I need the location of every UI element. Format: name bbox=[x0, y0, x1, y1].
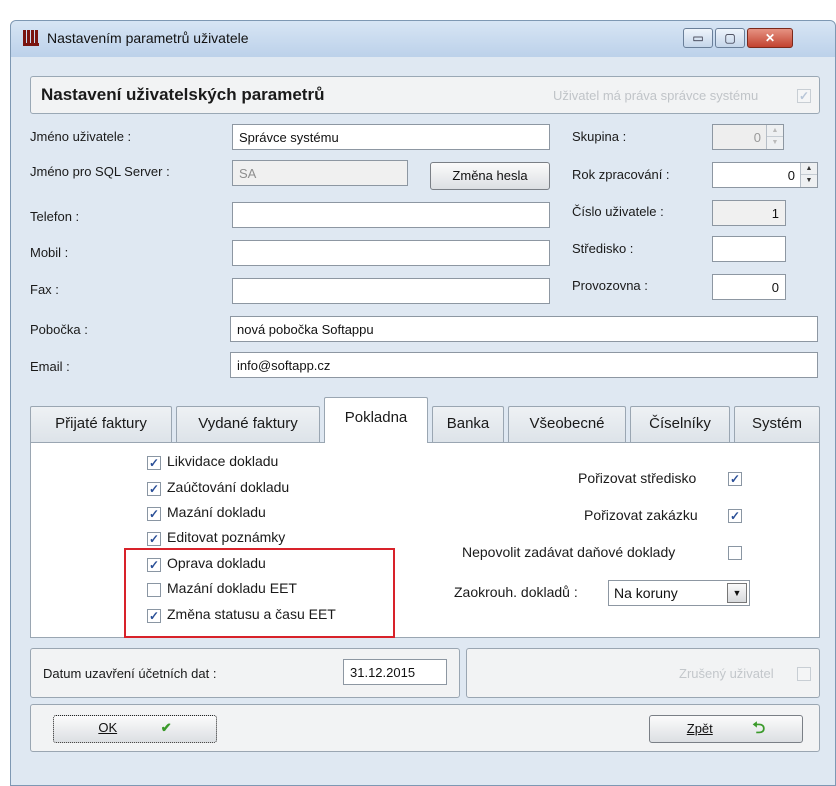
back-arrow-icon: ⮌ bbox=[752, 720, 766, 737]
change-password-button[interactable]: Změna hesla bbox=[430, 162, 550, 190]
maximize-button[interactable]: ▢ bbox=[715, 28, 745, 48]
user-number-label: Číslo uživatele : bbox=[572, 204, 664, 219]
check-liquidation[interactable]: ✓ bbox=[147, 456, 161, 470]
check-delete-document[interactable]: ✓ bbox=[147, 507, 161, 521]
footer-panel: OK ✔ Zpět ⮌ bbox=[30, 704, 820, 752]
close-date-label: Datum uzavření účetních dat : bbox=[43, 666, 217, 681]
ok-button[interactable]: OK ✔ bbox=[53, 715, 217, 743]
fax-label: Fax : bbox=[30, 282, 59, 297]
spin-down-icon[interactable]: ▼ bbox=[801, 175, 817, 187]
tab-received-invoices[interactable]: Přijaté faktury bbox=[30, 406, 172, 442]
check-label: Editovat poznámky bbox=[167, 529, 286, 545]
group-label: Skupina : bbox=[572, 129, 627, 144]
check-label: Zaúčtování dokladu bbox=[167, 479, 290, 495]
check-create-order[interactable]: ✓ bbox=[728, 509, 742, 523]
tab-bank[interactable]: Banka bbox=[432, 406, 504, 442]
check-label: Pořizovat zakázku bbox=[584, 507, 698, 523]
user-name-field[interactable]: Správce systému bbox=[232, 124, 550, 150]
title-bar[interactable]: Nastavením parametrů uživatele ▭ ▢ ✕ bbox=[11, 21, 835, 57]
checkmark-icon: ✔ bbox=[160, 720, 172, 735]
check-edit-notes[interactable]: ✓ bbox=[147, 532, 161, 546]
branch-field[interactable]: nová pobočka Softappu bbox=[230, 316, 818, 342]
spin-up-icon: ▲ bbox=[767, 125, 783, 137]
spin-up-icon[interactable]: ▲ bbox=[801, 163, 817, 175]
phone-label: Telefon : bbox=[30, 209, 80, 224]
check-label: Nepovolit zadávat daňové doklady bbox=[462, 544, 676, 560]
rounding-select[interactable]: Na koruny ▼ bbox=[608, 580, 750, 606]
back-button[interactable]: Zpět ⮌ bbox=[649, 715, 803, 743]
shop-label: Provozovna : bbox=[572, 278, 648, 293]
close-button[interactable]: ✕ bbox=[747, 28, 793, 48]
shop-field[interactable]: 0 bbox=[712, 274, 786, 300]
mobile-label: Mobil : bbox=[30, 245, 69, 260]
dropdown-arrow-icon[interactable]: ▼ bbox=[727, 583, 747, 603]
check-label: Mazání dokladu bbox=[167, 504, 266, 520]
check-disallow-tax-docs[interactable] bbox=[728, 546, 742, 560]
admin-rights-checkbox[interactable]: ✓ bbox=[797, 89, 811, 103]
email-field[interactable]: info@softapp.cz bbox=[230, 352, 818, 378]
rounding-value: Na koruny bbox=[614, 585, 678, 601]
page-title: Nastavení uživatelských parametrů bbox=[41, 85, 325, 104]
year-value: 0 bbox=[787, 168, 795, 183]
close-date-field[interactable]: 31.12.2015 bbox=[343, 659, 447, 685]
spin-down-icon: ▼ bbox=[771, 139, 779, 146]
center-label: Středisko : bbox=[572, 241, 634, 256]
window-title: Nastavením parametrů uživatele bbox=[47, 30, 249, 46]
mobile-field[interactable] bbox=[232, 240, 550, 266]
admin-rights-label: Uživatel má práva správce systému bbox=[553, 88, 759, 103]
cancelled-user-label: Zrušený uživatel bbox=[679, 666, 774, 681]
phone-field[interactable] bbox=[232, 202, 550, 228]
back-label: Zpět bbox=[686, 721, 713, 736]
tab-system[interactable]: Systém bbox=[734, 406, 820, 442]
year-label: Rok zpracování : bbox=[572, 167, 670, 182]
rounding-label: Zaokrouh. dokladů : bbox=[454, 584, 578, 600]
tab-codebooks[interactable]: Číselníky bbox=[630, 406, 730, 442]
email-label: Email : bbox=[30, 359, 70, 374]
app-icon bbox=[23, 30, 39, 46]
header-panel: Nastavení uživatelských parametrů Uživat… bbox=[30, 76, 820, 114]
fax-field[interactable] bbox=[232, 278, 550, 304]
check-label: Likvidace dokladu bbox=[167, 453, 279, 469]
highlight-box bbox=[124, 548, 395, 638]
branch-label: Pobočka : bbox=[30, 322, 88, 337]
cancelled-user-panel: Zrušený uživatel bbox=[466, 648, 820, 698]
center-field[interactable] bbox=[712, 236, 786, 262]
ok-label: OK bbox=[98, 720, 118, 735]
tab-issued-invoices[interactable]: Vydané faktury bbox=[176, 406, 320, 442]
sql-name-field: SA bbox=[232, 160, 408, 186]
user-number-field: 1 bbox=[712, 200, 786, 226]
sql-name-label: Jméno pro SQL Server : bbox=[30, 164, 170, 179]
check-label: Pořizovat středisko bbox=[578, 470, 697, 486]
tab-cash[interactable]: Pokladna bbox=[324, 397, 428, 443]
year-spinner[interactable]: 0 ▲ ▼ bbox=[712, 162, 818, 188]
close-date-panel: Datum uzavření účetních dat : 31.12.2015 bbox=[30, 648, 460, 698]
tab-general[interactable]: Všeobecné bbox=[508, 406, 626, 442]
minimize-button[interactable]: ▭ bbox=[683, 28, 713, 48]
cancelled-user-checkbox[interactable] bbox=[797, 667, 811, 681]
check-posting[interactable]: ✓ bbox=[147, 482, 161, 496]
group-value: 0 bbox=[753, 130, 761, 145]
group-spinner: 0 ▲ ▼ bbox=[712, 124, 784, 150]
user-name-label: Jméno uživatele : bbox=[30, 129, 132, 144]
check-create-center[interactable]: ✓ bbox=[728, 472, 742, 486]
